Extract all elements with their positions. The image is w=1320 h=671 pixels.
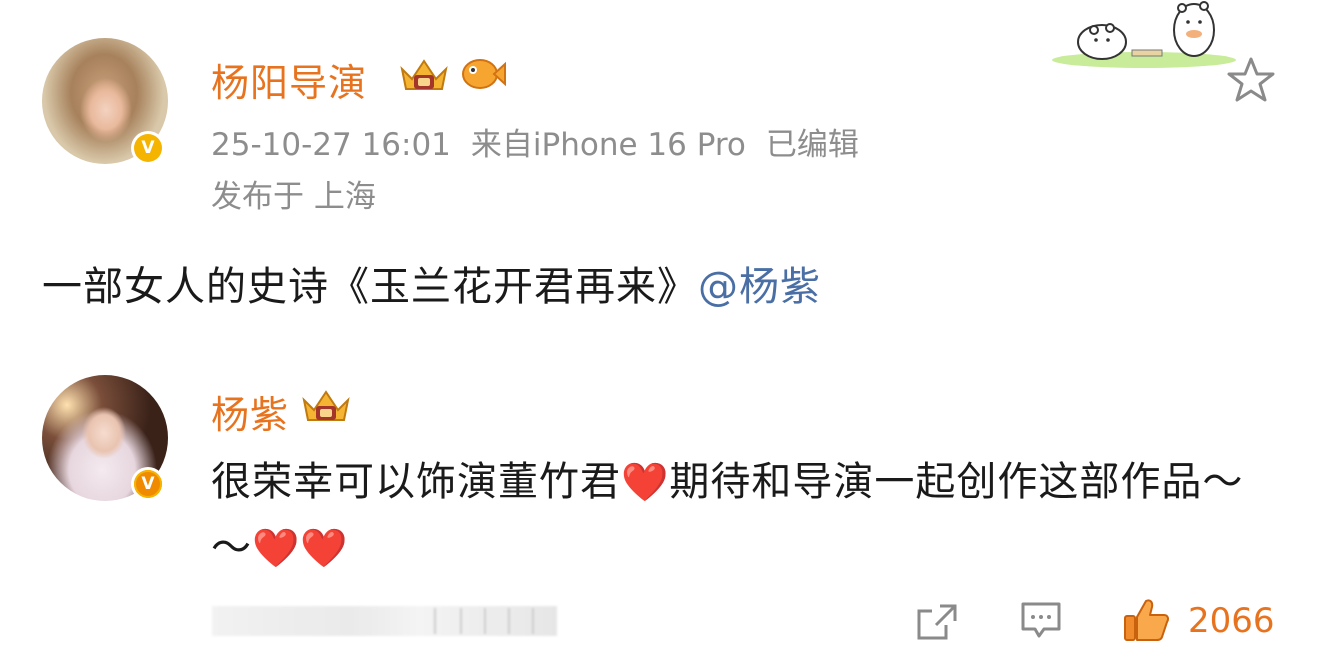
post-location: 发布于 上海 [211,179,376,215]
post-meta-line: 25-10-27 16:01 来自iPhone 16 Pro 已编辑 [211,119,859,164]
favorite-star-icon[interactable] [1226,56,1276,104]
post-text-main: 一部女人的史诗《玉兰花开君再来》 [42,264,698,310]
vip-crown-badge-icon [302,390,350,421]
heart-emoji: ❤️ [621,460,670,504]
post-time: 25-10-27 16:01 [211,127,451,163]
vip-crown-badge-icon [400,59,448,90]
like-count: 2066 [1188,601,1275,641]
decoration-sticker [1052,1,1236,68]
share-icon[interactable] [916,603,958,641]
fish-badge-icon [462,59,506,89]
thumbs-up-icon[interactable] [1122,597,1170,643]
mention-link[interactable]: @杨紫 [698,264,821,310]
edited-label[interactable]: 已编辑 [766,127,859,163]
heart-emoji: ❤️ [300,526,349,570]
comment-icon[interactable] [1020,601,1062,641]
reply-author-name[interactable]: 杨紫 [211,384,289,439]
post-source: 来自iPhone 16 Pro [470,127,746,163]
heart-emoji: ❤️ [252,526,301,570]
reply-text: 很荣幸可以饰演董竹君❤️期待和导演一起创作这部作品～～❤️❤️ [211,449,1271,581]
verified-v-badge-icon: V [131,467,165,501]
verified-v-badge-icon: V [131,131,165,165]
post-text: 一部女人的史诗《玉兰花开君再来》@杨紫 [42,254,821,312]
author-name[interactable]: 杨阳导演 [211,52,367,107]
blurred-content [212,606,557,636]
reply-text-part1: 很荣幸可以饰演董竹君 [211,459,621,505]
